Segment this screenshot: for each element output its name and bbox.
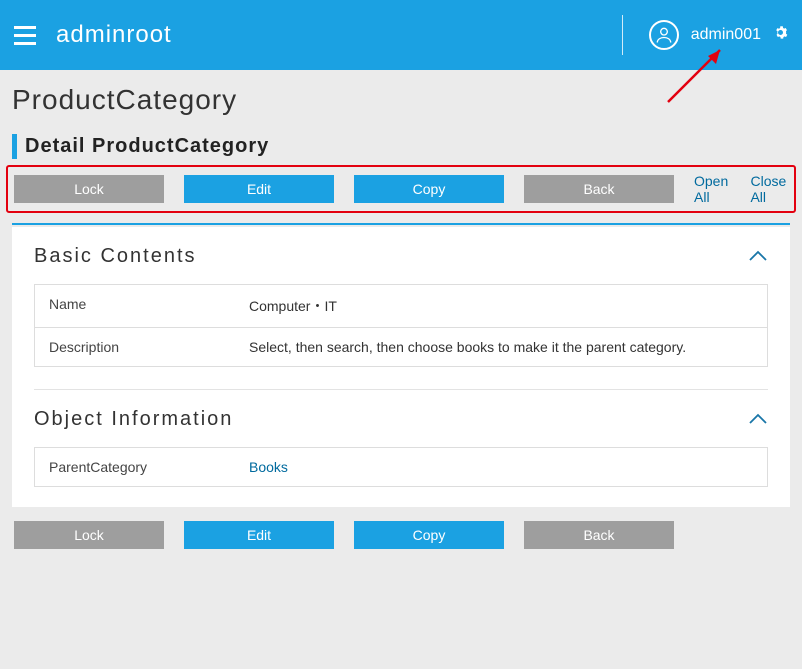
close-all-link[interactable]: Close All (750, 173, 788, 205)
lock-button[interactable]: Lock (14, 521, 164, 549)
chevron-up-icon[interactable] (748, 412, 768, 431)
page-body: ProductCategory Detail ProductCategory L… (0, 70, 802, 549)
table-row: Description Select, then search, then ch… (35, 328, 767, 366)
avatar-icon[interactable] (649, 20, 679, 50)
table-row: Name Computer・IT (35, 285, 767, 328)
detail-panel: Basic Contents Name Computer・IT Descript… (12, 227, 790, 507)
header-right: admin001 (622, 15, 788, 55)
lock-button[interactable]: Lock (14, 175, 164, 203)
bottom-toolbar: Lock Edit Copy Back (12, 521, 790, 549)
field-label: Description (35, 328, 235, 366)
basic-contents-heading: Basic Contents (34, 245, 768, 268)
field-value: Computer・IT (235, 285, 767, 327)
edit-button[interactable]: Edit (184, 521, 334, 549)
section-accent (12, 134, 17, 159)
field-label: ParentCategory (35, 448, 235, 486)
object-information-table: ParentCategory Books (34, 447, 768, 487)
table-row: ParentCategory Books (35, 448, 767, 486)
basic-contents-table: Name Computer・IT Description Select, the… (34, 284, 768, 367)
gear-icon[interactable] (773, 25, 788, 45)
menu-icon[interactable] (14, 23, 38, 47)
field-label: Name (35, 285, 235, 327)
section-basic-contents: Basic Contents Name Computer・IT Descript… (34, 245, 768, 367)
field-value-link[interactable]: Books (235, 448, 767, 486)
section-divider (34, 389, 768, 390)
back-button[interactable]: Back (524, 521, 674, 549)
chevron-up-icon[interactable] (748, 249, 768, 268)
object-information-heading: Object Information (34, 408, 768, 431)
edit-button[interactable]: Edit (184, 175, 334, 203)
divider-line (12, 223, 790, 225)
username-label: admin001 (691, 26, 761, 44)
section-title: Detail ProductCategory (25, 135, 269, 158)
copy-button[interactable]: Copy (354, 521, 504, 549)
header-divider (622, 15, 623, 55)
page-title: ProductCategory (12, 84, 790, 116)
copy-button[interactable]: Copy (354, 175, 504, 203)
field-value: Select, then search, then choose books t… (235, 328, 767, 366)
section-title-row: Detail ProductCategory (12, 134, 790, 159)
app-header: adminroot admin001 (0, 0, 802, 70)
app-title: adminroot (56, 21, 172, 49)
section-object-information: Object Information ParentCategory Books (34, 408, 768, 487)
back-button[interactable]: Back (524, 175, 674, 203)
open-all-link[interactable]: Open All (694, 173, 730, 205)
toolbar-highlight-box: Lock Edit Copy Back Open All Close All (6, 165, 796, 213)
